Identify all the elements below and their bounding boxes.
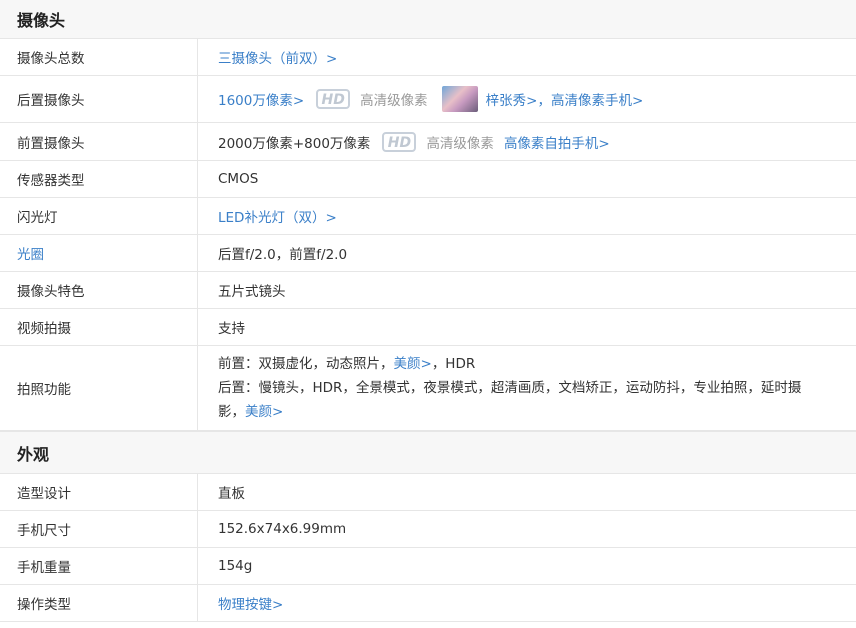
hd-text: 高清级像素	[360, 93, 428, 109]
spec-row-camera-feature: 摄像头特色 五片式镜头	[0, 272, 856, 309]
spec-label: 手机尺寸	[0, 511, 198, 547]
aperture-label-link[interactable]: 光圈	[0, 235, 198, 271]
spec-label: 闪光灯	[0, 198, 198, 234]
spec-row-operation: 操作类型 物理按键>	[0, 585, 856, 622]
spec-row-photo-features: 拍照功能 前置：双摄虚化，动态照片，美颜>，HDR 后置：慢镜头，HDR，全景模…	[0, 346, 856, 431]
spec-value: 直板	[218, 486, 245, 502]
spec-value: 五片式镜头	[218, 284, 286, 300]
photo-front-text: 前置：双摄虚化，动态照片，	[218, 356, 394, 372]
section-title: 摄像头	[17, 11, 66, 30]
spec-row-design: 造型设计 直板	[0, 474, 856, 511]
beauty-link[interactable]: 美颜>	[245, 404, 283, 420]
camera-total-link[interactable]: 三摄像头（前双）>	[218, 47, 337, 67]
photo-front-suffix: ，HDR	[431, 356, 476, 372]
spec-row-sensor: 传感器类型 CMOS	[0, 161, 856, 198]
rear-sample-link[interactable]: 梓张秀>，高清像素手机>	[486, 89, 644, 109]
appearance-section-header: 外观	[0, 431, 856, 474]
spec-value: 支持	[218, 321, 245, 337]
spec-label: 手机重量	[0, 548, 198, 584]
camera-section-header: 摄像头	[0, 0, 856, 39]
sample-photo-thumbnail[interactable]	[441, 86, 478, 112]
physical-keys-link[interactable]: 物理按键>	[218, 593, 283, 613]
spec-label: 摄像头特色	[0, 272, 198, 308]
flash-link[interactable]: LED补光灯（双）>	[218, 206, 337, 226]
spec-label: 前置摄像头	[0, 123, 198, 160]
spec-value: 154g	[218, 558, 253, 574]
spec-value: 后置f/2.0，前置f/2.0	[218, 247, 348, 263]
spec-row-aperture: 光圈 后置f/2.0，前置f/2.0	[0, 235, 856, 272]
section-title: 外观	[17, 444, 50, 464]
photo-rear-cont-text: 影，	[218, 404, 245, 420]
spec-label: 造型设计	[0, 474, 198, 510]
spec-row-video: 视频拍摄 支持	[0, 309, 856, 346]
hd-badge-icon: HD	[316, 89, 351, 109]
spec-label: 摄像头总数	[0, 39, 198, 75]
spec-row-size: 手机尺寸 152.6x74x6.99mm	[0, 511, 856, 548]
spec-row-flash: 闪光灯 LED补光灯（双）>	[0, 198, 856, 235]
spec-row-front-camera: 前置摄像头 2000万像素+800万像素 HD 高清级像素 高像素自拍手机>	[0, 123, 856, 161]
photo-rear-line: 后置：慢镜头，HDR，全景模式，夜景模式，超清画质，文档矫正，运动防抖，专业拍照…	[218, 380, 802, 396]
beauty-link[interactable]: 美颜>	[394, 356, 432, 372]
hd-text: 高清级像素	[426, 135, 494, 152]
spec-label: 视频拍摄	[0, 309, 198, 345]
spec-label: 传感器类型	[0, 161, 198, 197]
spec-row-rear-camera: 后置摄像头 1600万像素> HD 高清级像素 梓张秀>，高清像素手机>	[0, 76, 856, 123]
hd-badge-icon: HD	[382, 131, 417, 152]
selfie-phone-link[interactable]: 高像素自拍手机>	[504, 132, 610, 152]
photo-front-line: 前置：双摄虚化，动态照片，美颜>，HDR	[218, 352, 475, 376]
spec-label: 后置摄像头	[0, 76, 198, 122]
spec-value: CMOS	[218, 171, 259, 187]
photo-rear-line-cont: 影，美颜>	[218, 400, 283, 424]
spec-row-weight: 手机重量 154g	[0, 548, 856, 585]
spec-label: 拍照功能	[0, 346, 198, 430]
rear-megapixel-link[interactable]: 1600万像素>	[218, 89, 304, 109]
spec-value: 152.6x74x6.99mm	[218, 521, 347, 537]
spec-row-camera-total: 摄像头总数 三摄像头（前双）>	[0, 39, 856, 76]
spec-label: 操作类型	[0, 585, 198, 621]
front-megapixel-value: 2000万像素+800万像素	[218, 135, 371, 152]
